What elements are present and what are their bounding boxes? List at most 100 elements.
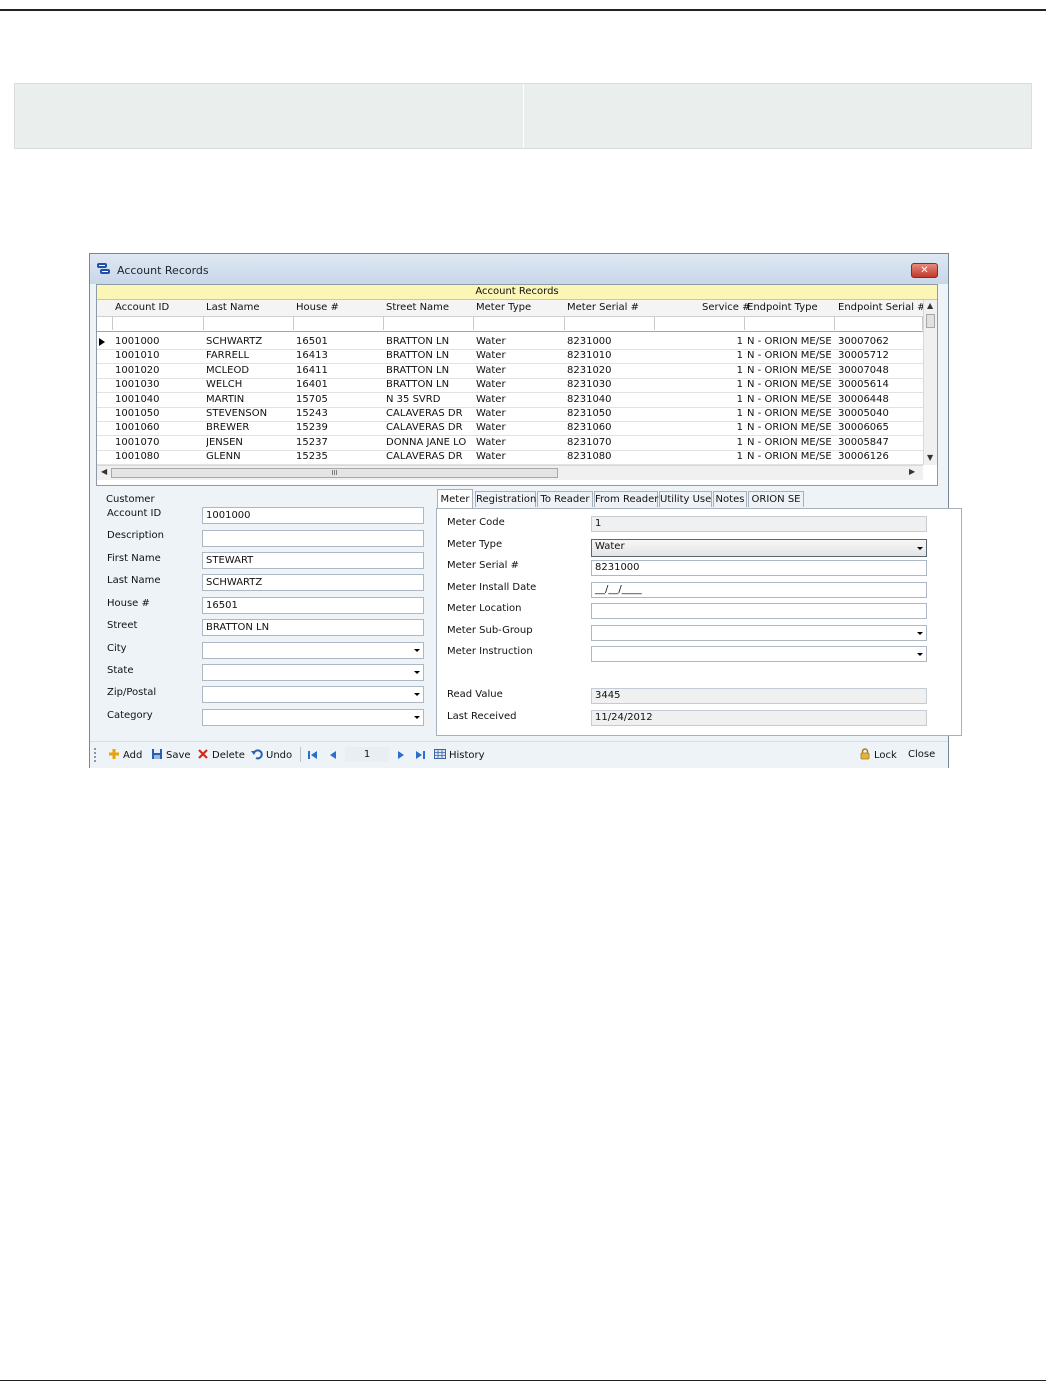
filter-cell-street-name[interactable]	[384, 317, 474, 330]
cell-meter-type[interactable]: Water	[476, 394, 562, 405]
cell-last-name[interactable]: MCLEOD	[206, 365, 292, 376]
cell-service[interactable]: 1	[699, 408, 743, 419]
cell-house[interactable]: 16501	[296, 336, 382, 347]
cell-service[interactable]: 1	[699, 437, 743, 448]
tab-from-reader[interactable]: From Reader	[594, 491, 658, 507]
cell-service[interactable]: 1	[699, 394, 743, 405]
undo-button[interactable]: Undo	[251, 748, 292, 762]
chevron-down-icon[interactable]	[917, 632, 923, 635]
chevron-down-icon[interactable]	[414, 671, 420, 674]
filter-cell-last-name[interactable]	[204, 317, 294, 330]
cell-meter-serial[interactable]: 8231010	[567, 350, 653, 361]
cell-service[interactable]: 1	[699, 379, 743, 390]
last-name-field[interactable]: SCHWARTZ	[202, 574, 424, 591]
add-button[interactable]: Add	[108, 748, 142, 762]
chevron-down-icon[interactable]	[414, 716, 420, 719]
cell-endpoint-type[interactable]: N - ORION ME/SE	[747, 422, 835, 433]
column-header-meter-type[interactable]: Meter Type	[476, 302, 531, 313]
last-record-button[interactable]	[415, 748, 427, 762]
cell-endpoint-serial[interactable]: 30007048	[838, 365, 922, 376]
cell-account-id[interactable]: 1001060	[115, 422, 201, 433]
cell-street-name[interactable]: BRATTON LN	[386, 365, 472, 376]
table-row[interactable]: 1001010 FARRELL 16413 BRATTON LN Water 823101…	[97, 349, 923, 365]
cell-endpoint-serial[interactable]: 30005712	[838, 350, 922, 361]
close-button[interactable]: Close	[908, 748, 935, 762]
cell-meter-serial[interactable]: 8231030	[567, 379, 653, 390]
cell-last-name[interactable]: WELCH	[206, 379, 292, 390]
tab-utility-use[interactable]: Utility Use	[659, 491, 712, 507]
cell-meter-serial[interactable]: 8231050	[567, 408, 653, 419]
chevron-down-icon[interactable]	[414, 649, 420, 652]
cell-last-name[interactable]: BREWER	[206, 422, 292, 433]
chevron-down-icon[interactable]	[917, 653, 923, 656]
cell-meter-serial[interactable]: 8231000	[567, 336, 653, 347]
cell-account-id[interactable]: 1001030	[115, 379, 201, 390]
cell-meter-type[interactable]: Water	[476, 437, 562, 448]
tab-orion-se[interactable]: ORION SE	[748, 491, 804, 507]
cell-meter-serial[interactable]: 8231070	[567, 437, 653, 448]
filter-cell-endpoint-type[interactable]	[745, 317, 835, 330]
record-position-field[interactable]: 1	[345, 747, 389, 762]
save-button[interactable]: Save	[151, 748, 191, 762]
column-header-endpoint-serial[interactable]: Endpoint Serial #	[838, 302, 926, 313]
scroll-up-icon[interactable]: ▲	[927, 301, 933, 310]
cell-meter-serial[interactable]: 8231060	[567, 422, 653, 433]
cell-endpoint-type[interactable]: N - ORION ME/SE	[747, 350, 835, 361]
cell-street-name[interactable]: BRATTON LN	[386, 379, 472, 390]
window-close-button[interactable]: ✕	[911, 263, 938, 278]
cell-last-name[interactable]: FARRELL	[206, 350, 292, 361]
cell-meter-type[interactable]: Water	[476, 350, 562, 361]
cell-account-id[interactable]: 1001050	[115, 408, 201, 419]
filter-cell-account-id[interactable]	[113, 317, 204, 330]
first-name-field[interactable]: STEWART	[202, 552, 424, 569]
tab-registration[interactable]: Registration	[475, 491, 536, 507]
cell-street-name[interactable]: CALAVERAS DR	[386, 451, 472, 462]
description-field[interactable]	[202, 530, 424, 547]
meter-install-date-field[interactable]: __/__/____	[591, 582, 927, 598]
zip-dropdown[interactable]	[202, 686, 424, 703]
filter-cell-house[interactable]	[294, 317, 384, 330]
cell-meter-type[interactable]: Water	[476, 451, 562, 462]
first-record-button[interactable]	[307, 748, 319, 762]
tab-meter[interactable]: Meter	[437, 489, 473, 508]
column-header-street-name[interactable]: Street Name	[386, 302, 449, 313]
cell-last-name[interactable]: MARTIN	[206, 394, 292, 405]
table-row[interactable]: 1001060 BREWER 15239 CALAVERAS DR Water 82310…	[97, 421, 923, 437]
cell-meter-serial[interactable]: 8231080	[567, 451, 653, 462]
cell-house[interactable]: 15243	[296, 408, 382, 419]
cell-meter-type[interactable]: Water	[476, 408, 562, 419]
cell-service[interactable]: 1	[699, 350, 743, 361]
cell-last-name[interactable]: GLENN	[206, 451, 292, 462]
table-row[interactable]: 1001020 MCLEOD 16411 BRATTON LN Water 8231020…	[97, 364, 923, 379]
tab-notes[interactable]: Notes	[713, 491, 747, 507]
scroll-down-icon[interactable]: ▼	[927, 453, 933, 462]
cell-meter-type[interactable]: Water	[476, 365, 562, 376]
cell-endpoint-serial[interactable]: 30005040	[838, 408, 922, 419]
cell-meter-type[interactable]: Water	[476, 336, 562, 347]
grid-vertical-scrollbar[interactable]: ▲ ▼	[923, 300, 937, 465]
cell-house[interactable]: 16413	[296, 350, 382, 361]
meter-serial-field[interactable]: 8231000	[591, 560, 927, 576]
cell-account-id[interactable]: 1001000	[115, 336, 201, 347]
cell-street-name[interactable]: CALAVERAS DR	[386, 408, 472, 419]
cell-endpoint-type[interactable]: N - ORION ME/SE	[747, 336, 835, 347]
chevron-down-icon[interactable]	[917, 547, 923, 550]
meter-type-dropdown[interactable]: Water	[591, 539, 927, 557]
cell-endpoint-type[interactable]: N - ORION ME/SE	[747, 379, 835, 390]
delete-button[interactable]: Delete	[197, 748, 245, 762]
category-dropdown[interactable]	[202, 709, 424, 726]
cell-service[interactable]: 1	[699, 451, 743, 462]
meter-instruction-dropdown[interactable]	[591, 646, 927, 662]
cell-street-name[interactable]: DONNA JANE LO	[386, 437, 472, 448]
column-header-last-name[interactable]: Last Name	[206, 302, 260, 313]
cell-endpoint-type[interactable]: N - ORION ME/SE	[747, 437, 835, 448]
account-records-grid[interactable]: Account Records Account ID Last Name Hou…	[96, 284, 938, 486]
table-row[interactable]: 1001050 STEVENSON 15243 CALAVERAS DR Water 82…	[97, 407, 923, 422]
cell-account-id[interactable]: 1001080	[115, 451, 201, 462]
cell-meter-serial[interactable]: 8231020	[567, 365, 653, 376]
cell-endpoint-serial[interactable]: 30006065	[838, 422, 922, 433]
state-dropdown[interactable]	[202, 664, 424, 681]
meter-location-field[interactable]	[591, 603, 927, 619]
meter-sub-group-dropdown[interactable]	[591, 625, 927, 641]
cell-account-id[interactable]: 1001020	[115, 365, 201, 376]
